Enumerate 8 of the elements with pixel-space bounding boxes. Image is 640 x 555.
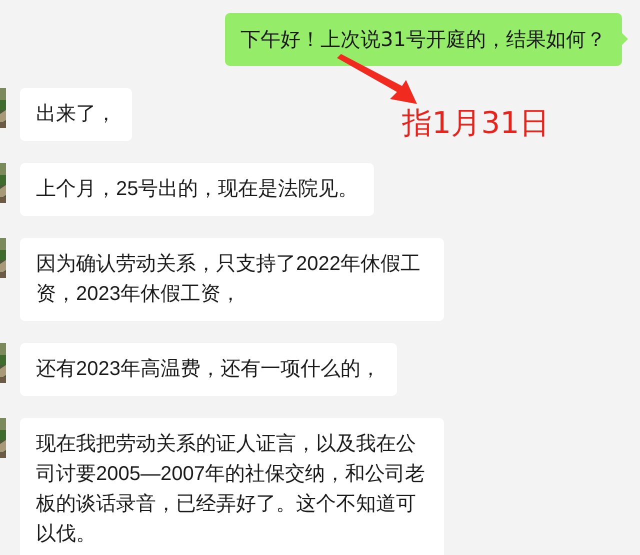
message-bubble: 现在我把劳动关系的证人证言，以及我在公司讨要2005—2007年的社保交纳，和公司老板的谈话录音，已经弄好了。这个不知道可以伐。 [20, 418, 444, 555]
message-bubble: 还有2023年高温费，还有一项什么的， [20, 343, 396, 396]
message-bubble: 上个月，25号出的，现在是法院见。 [20, 163, 374, 216]
message-bubble: 下午好！上次说31号开庭的，结果如何？ [224, 13, 622, 66]
message-bubble: 出来了， [20, 88, 132, 141]
annotation-text: 指1月31日 [402, 105, 550, 143]
message-bubble: 因为确认劳动关系，只支持了2022年休假工资，2023年休假工资， [20, 238, 444, 321]
bubble-tail [622, 33, 628, 45]
